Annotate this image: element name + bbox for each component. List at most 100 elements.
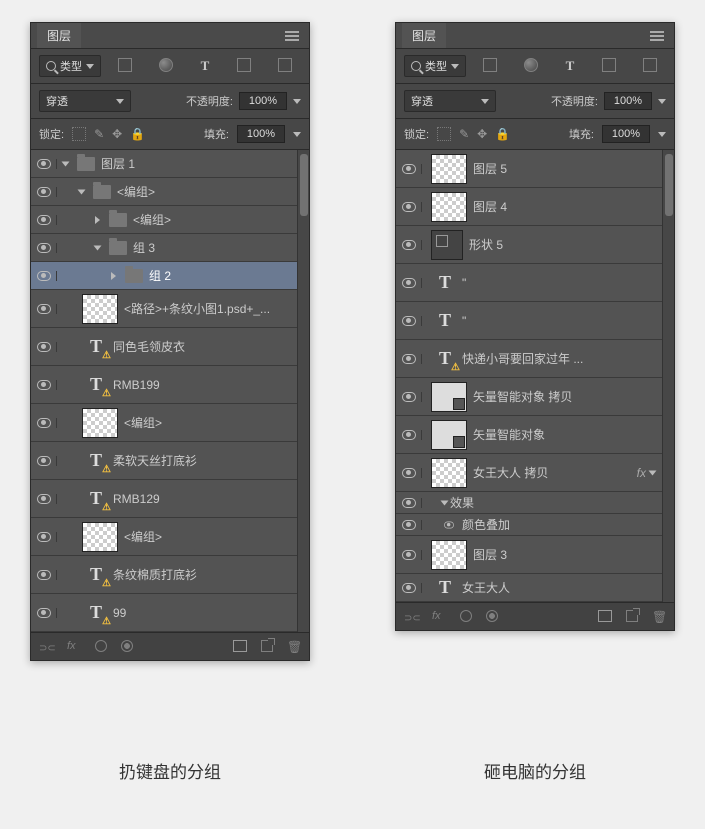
layer-row[interactable]: 矢量智能对象 拷贝: [396, 378, 662, 416]
new-group-icon[interactable]: [598, 610, 612, 622]
filter-pixel-icon[interactable]: [118, 58, 132, 72]
filter-type-dropdown[interactable]: 类型: [39, 55, 101, 77]
visibility-toggle[interactable]: [31, 215, 57, 225]
layer-row[interactable]: <编组>: [31, 178, 297, 206]
visibility-toggle[interactable]: [396, 392, 422, 402]
filter-shape-icon[interactable]: [602, 58, 616, 72]
layer-row[interactable]: TRMB199: [31, 366, 297, 404]
opacity-input[interactable]: 100%: [604, 92, 652, 110]
visibility-toggle[interactable]: [396, 278, 422, 288]
visibility-toggle[interactable]: [396, 550, 422, 560]
link-layers-icon[interactable]: [404, 610, 418, 624]
chevron-down-icon[interactable]: [293, 132, 301, 137]
layer-row[interactable]: <编组>: [31, 404, 297, 442]
chevron-down-icon[interactable]: [658, 99, 666, 104]
layer-row[interactable]: T": [396, 302, 662, 340]
expand-icon[interactable]: [78, 189, 86, 194]
visibility-toggle[interactable]: [396, 520, 422, 530]
expand-icon[interactable]: [441, 500, 449, 505]
panel-menu-icon[interactable]: [650, 35, 664, 37]
layer-row[interactable]: 图层 1: [31, 150, 297, 178]
visibility-toggle[interactable]: [31, 418, 57, 428]
layer-mask-icon[interactable]: [95, 640, 107, 652]
layer-row[interactable]: 图层 4: [396, 188, 662, 226]
visibility-toggle[interactable]: [31, 380, 57, 390]
lock-transparency-icon[interactable]: [437, 127, 451, 141]
visibility-toggle[interactable]: [396, 316, 422, 326]
layer-mask-icon[interactable]: [460, 610, 472, 622]
visibility-toggle[interactable]: [31, 342, 57, 352]
visibility-toggle[interactable]: [31, 187, 57, 197]
visibility-toggle[interactable]: [31, 494, 57, 504]
panel-tab-layers[interactable]: 图层: [402, 23, 446, 48]
layer-row[interactable]: T柔软天丝打底衫: [31, 442, 297, 480]
layer-row[interactable]: 图层 3: [396, 536, 662, 574]
visibility-toggle[interactable]: [31, 456, 57, 466]
visibility-toggle[interactable]: [31, 271, 57, 281]
visibility-toggle[interactable]: [396, 240, 422, 250]
expand-icon[interactable]: [62, 161, 70, 166]
new-layer-icon[interactable]: [261, 640, 273, 652]
visibility-toggle[interactable]: [31, 532, 57, 542]
lock-transparency-icon[interactable]: [72, 127, 86, 141]
visibility-toggle[interactable]: [31, 570, 57, 580]
filter-adjustment-icon[interactable]: [524, 58, 538, 72]
layer-row[interactable]: T同色毛领皮衣: [31, 328, 297, 366]
filter-text-icon[interactable]: T: [566, 58, 575, 74]
layer-row[interactable]: T快递小哥要回家过年 ...: [396, 340, 662, 378]
blend-mode-dropdown[interactable]: 穿透: [39, 90, 131, 112]
visibility-toggle[interactable]: [31, 608, 57, 618]
lock-paint-icon[interactable]: ✎: [94, 127, 104, 141]
layer-row[interactable]: <路径>+条纹小图1.psd+_...: [31, 290, 297, 328]
delete-layer-icon[interactable]: [287, 640, 301, 654]
visibility-toggle[interactable]: [31, 304, 57, 314]
opacity-input[interactable]: 100%: [239, 92, 287, 110]
panel-menu-icon[interactable]: [285, 35, 299, 37]
expand-icon[interactable]: [95, 216, 100, 224]
filter-smartobj-icon[interactable]: [278, 58, 292, 72]
expand-icon[interactable]: [111, 272, 116, 280]
adjustment-layer-icon[interactable]: [486, 610, 498, 622]
lock-paint-icon[interactable]: ✎: [459, 127, 469, 141]
visibility-toggle[interactable]: [396, 583, 422, 593]
fill-input[interactable]: 100%: [602, 125, 650, 143]
link-layers-icon[interactable]: [39, 640, 53, 654]
delete-layer-icon[interactable]: [652, 610, 666, 624]
layer-row[interactable]: T": [396, 264, 662, 302]
filter-shape-icon[interactable]: [237, 58, 251, 72]
filter-text-icon[interactable]: T: [201, 58, 210, 74]
layer-row[interactable]: <编组>: [31, 206, 297, 234]
filter-type-dropdown[interactable]: 类型: [404, 55, 466, 77]
layer-row[interactable]: T女王大人: [396, 574, 662, 602]
scrollbar[interactable]: [662, 150, 674, 602]
fx-badge[interactable]: fx: [637, 466, 646, 480]
new-group-icon[interactable]: [233, 640, 247, 652]
layer-fx-icon[interactable]: fx: [432, 610, 446, 624]
layer-row[interactable]: 矢量智能对象: [396, 416, 662, 454]
chevron-down-icon[interactable]: [658, 132, 666, 137]
visibility-toggle[interactable]: [31, 159, 57, 169]
layer-row[interactable]: 女王大人 拷贝fx: [396, 454, 662, 492]
visibility-toggle[interactable]: [396, 430, 422, 440]
visibility-toggle[interactable]: [396, 468, 422, 478]
lock-all-icon[interactable]: 🔒: [130, 127, 145, 141]
layer-row[interactable]: 形状 5: [396, 226, 662, 264]
new-layer-icon[interactable]: [626, 610, 638, 622]
expand-icon[interactable]: [94, 245, 102, 250]
visibility-toggle[interactable]: [31, 243, 57, 253]
visibility-toggle[interactable]: [396, 202, 422, 212]
visibility-toggle[interactable]: [396, 498, 422, 508]
layer-row[interactable]: 颜色叠加: [396, 514, 662, 536]
panel-tab-layers[interactable]: 图层: [37, 23, 81, 48]
layer-row[interactable]: 效果: [396, 492, 662, 514]
layer-fx-icon[interactable]: fx: [67, 640, 81, 654]
eye-icon[interactable]: [444, 521, 454, 528]
fx-expand-icon[interactable]: [649, 470, 657, 475]
filter-smartobj-icon[interactable]: [643, 58, 657, 72]
lock-all-icon[interactable]: 🔒: [495, 127, 510, 141]
chevron-down-icon[interactable]: [293, 99, 301, 104]
layer-row[interactable]: 组 3: [31, 234, 297, 262]
lock-move-icon[interactable]: ✥: [112, 127, 122, 141]
layer-row[interactable]: TRMB129: [31, 480, 297, 518]
layer-row[interactable]: T99: [31, 594, 297, 632]
